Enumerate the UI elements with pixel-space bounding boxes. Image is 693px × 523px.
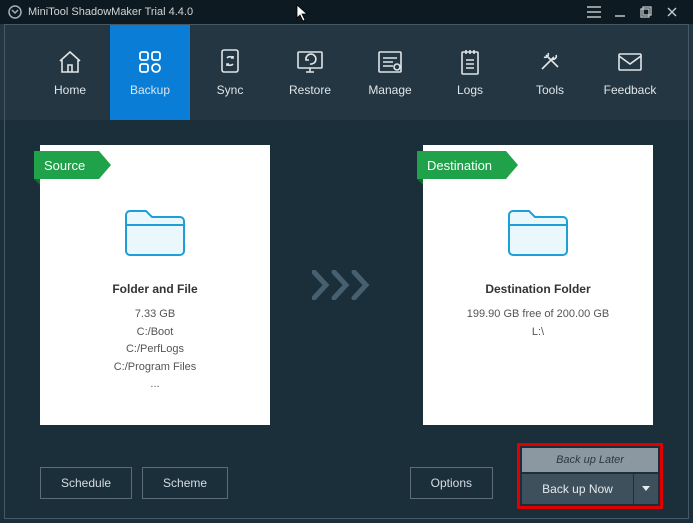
close-button[interactable] <box>659 0 685 24</box>
backup-later-button[interactable]: Back up Later <box>522 448 658 472</box>
nav-label: Tools <box>536 83 564 97</box>
app-logo-icon <box>8 5 22 19</box>
app-title: MiniTool ShadowMaker Trial 4.4.0 <box>28 6 193 18</box>
nav-label: Feedback <box>604 83 657 97</box>
backup-dropdown-button[interactable] <box>634 474 658 504</box>
main-nav: Home Backup Sync Restore Manage Logs Too… <box>0 24 693 120</box>
destination-title: Destination Folder <box>485 282 590 296</box>
folder-icon <box>120 203 190 264</box>
menu-icon[interactable] <box>581 0 607 24</box>
nav-restore[interactable]: Restore <box>270 24 350 120</box>
nav-label: Logs <box>457 83 483 97</box>
nav-label: Sync <box>217 83 244 97</box>
source-card[interactable]: Source Folder and File 7.33 GB C:/Boot C… <box>40 145 270 425</box>
nav-label: Restore <box>289 83 331 97</box>
source-header: Source <box>34 151 99 179</box>
nav-home[interactable]: Home <box>30 24 110 120</box>
titlebar: MiniTool ShadowMaker Trial 4.4.0 <box>0 0 693 24</box>
nav-tools[interactable]: Tools <box>510 24 590 120</box>
arrow-icon <box>312 270 382 300</box>
logs-icon <box>458 47 482 77</box>
nav-label: Manage <box>368 83 411 97</box>
nav-label: Backup <box>130 83 170 97</box>
feedback-icon <box>616 47 644 77</box>
nav-backup[interactable]: Backup <box>110 24 190 120</box>
source-details: 7.33 GB C:/Boot C:/PerfLogs C:/Program F… <box>114 306 197 394</box>
restore-icon <box>295 47 325 77</box>
tools-icon <box>536 47 564 77</box>
folder-icon <box>503 203 573 264</box>
nav-label: Home <box>54 83 86 97</box>
nav-feedback[interactable]: Feedback <box>590 24 670 120</box>
nav-manage[interactable]: Manage <box>350 24 430 120</box>
maximize-button[interactable] <box>633 0 659 24</box>
scheme-button[interactable]: Scheme <box>142 467 228 499</box>
destination-details: 199.90 GB free of 200.00 GB L:\ <box>467 306 609 341</box>
nav-sync[interactable]: Sync <box>190 24 270 120</box>
source-title: Folder and File <box>112 282 197 296</box>
nav-logs[interactable]: Logs <box>430 24 510 120</box>
backup-icon <box>136 47 164 77</box>
schedule-button[interactable]: Schedule <box>40 467 132 499</box>
manage-icon <box>376 47 404 77</box>
backup-split-button-highlight: Back up Later Back up Now <box>517 443 663 509</box>
options-button[interactable]: Options <box>410 467 493 499</box>
destination-card[interactable]: Destination Destination Folder 199.90 GB… <box>423 145 653 425</box>
minimize-button[interactable] <box>607 0 633 24</box>
home-icon <box>56 47 84 77</box>
sync-icon <box>218 47 242 77</box>
backup-now-button[interactable]: Back up Now <box>522 474 634 504</box>
destination-header: Destination <box>417 151 506 179</box>
